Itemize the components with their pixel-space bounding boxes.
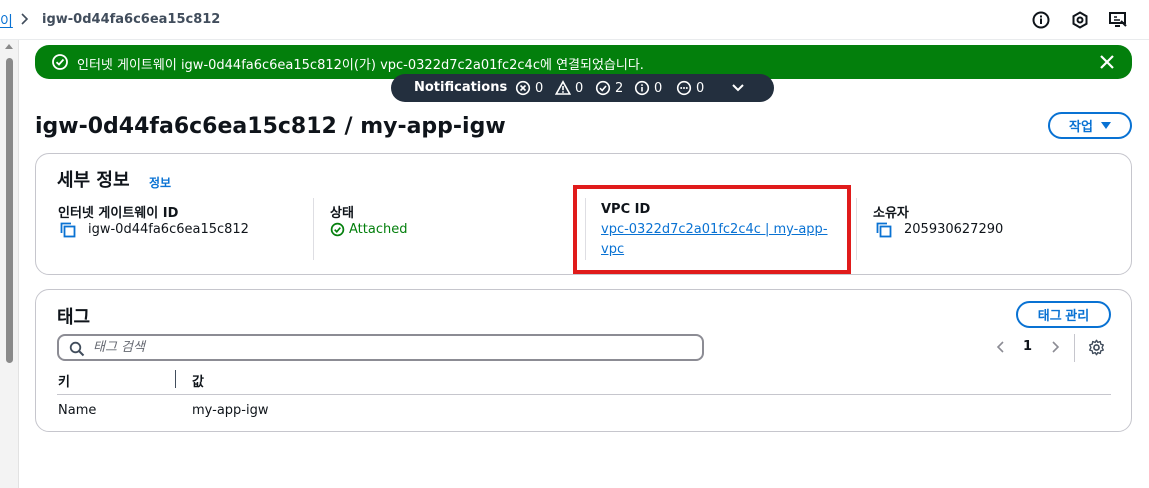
notif-in-progress-count[interactable]: 0 xyxy=(676,79,704,97)
details-heading: 세부 정보 xyxy=(57,170,130,191)
notif-success-count[interactable]: 2 xyxy=(595,79,623,97)
column-header-value: 값 xyxy=(192,375,204,390)
actions-label: 작업 xyxy=(1069,119,1093,134)
igw-id-label: 인터넷 게이트웨이 ID xyxy=(58,206,179,221)
pager-divider xyxy=(1074,334,1075,362)
tag-search-box[interactable] xyxy=(57,334,704,361)
in-progress-icon xyxy=(676,80,692,96)
scrollbar-thumb[interactable] xyxy=(6,58,13,363)
page-scrollbar[interactable] xyxy=(0,40,19,488)
info-icon[interactable] xyxy=(1031,10,1051,30)
top-bar: 이 igw-0d44fa6c6ea15c812 xyxy=(0,0,1149,40)
notif-warning-count[interactable]: 0 xyxy=(555,79,583,97)
success-icon xyxy=(595,80,611,96)
settings-hex-icon[interactable] xyxy=(1070,10,1090,30)
table-header-rule xyxy=(57,394,1111,395)
state-value: Attached xyxy=(349,222,408,237)
error-icon xyxy=(515,80,531,96)
state-label: 상태 xyxy=(330,206,354,221)
chevron-right-icon[interactable] xyxy=(1050,339,1062,355)
breadcrumb-prev-link[interactable]: 이 xyxy=(0,11,13,31)
tag-value-cell: my-app-igw xyxy=(192,403,269,418)
close-icon[interactable] xyxy=(1098,53,1116,71)
page-number[interactable]: 1 xyxy=(1023,339,1032,354)
chevron-down-icon[interactable] xyxy=(731,82,745,94)
check-circle-icon xyxy=(52,54,68,70)
vpc-id-highlight-box xyxy=(573,185,851,274)
column-header-divider[interactable] xyxy=(175,370,176,388)
notifications-bar[interactable]: Notifications 0 0 2 0 0 xyxy=(391,74,774,102)
info-icon xyxy=(634,80,650,96)
search-icon xyxy=(69,341,85,357)
column-header-key: 키 xyxy=(58,375,70,390)
warning-icon xyxy=(555,80,571,95)
breadcrumb-current: igw-0d44fa6c6ea15c812 xyxy=(42,12,221,27)
caret-down-icon xyxy=(1100,122,1111,129)
copy-icon[interactable] xyxy=(60,222,76,238)
igw-id-value: igw-0d44fa6c6ea15c812 xyxy=(88,222,249,237)
status-badge: Attached xyxy=(330,222,407,237)
screen-icon[interactable] xyxy=(1108,10,1128,30)
actions-dropdown-button[interactable]: 작업 xyxy=(1048,112,1132,139)
column-divider xyxy=(856,198,857,260)
gear-icon[interactable] xyxy=(1088,339,1105,356)
tag-search-input[interactable] xyxy=(93,338,693,357)
tags-heading: 태그 xyxy=(57,307,91,328)
chevron-left-icon[interactable] xyxy=(994,339,1006,355)
details-info-link[interactable]: 정보 xyxy=(149,174,171,191)
chevron-right-icon xyxy=(21,13,29,25)
page-title: igw-0d44fa6c6ea15c812 / my-app-igw xyxy=(35,114,506,139)
notif-info-count[interactable]: 0 xyxy=(634,79,662,97)
tag-key-cell: Name xyxy=(58,403,97,418)
owner-value: 205930627290 xyxy=(904,222,1004,237)
column-divider xyxy=(313,198,314,260)
check-circle-icon xyxy=(330,222,345,237)
scroll-up-arrow-icon[interactable] xyxy=(5,44,13,49)
notif-error-count[interactable]: 0 xyxy=(515,79,543,97)
manage-tags-button[interactable]: 태그 관리 xyxy=(1016,301,1111,328)
copy-icon[interactable] xyxy=(876,222,892,238)
owner-label: 소유자 xyxy=(873,206,909,221)
flash-message: 인터넷 게이트웨이 igw-0d44fa6c6ea15c812이(가) vpc-… xyxy=(77,58,644,73)
notifications-title: Notifications xyxy=(414,80,508,95)
